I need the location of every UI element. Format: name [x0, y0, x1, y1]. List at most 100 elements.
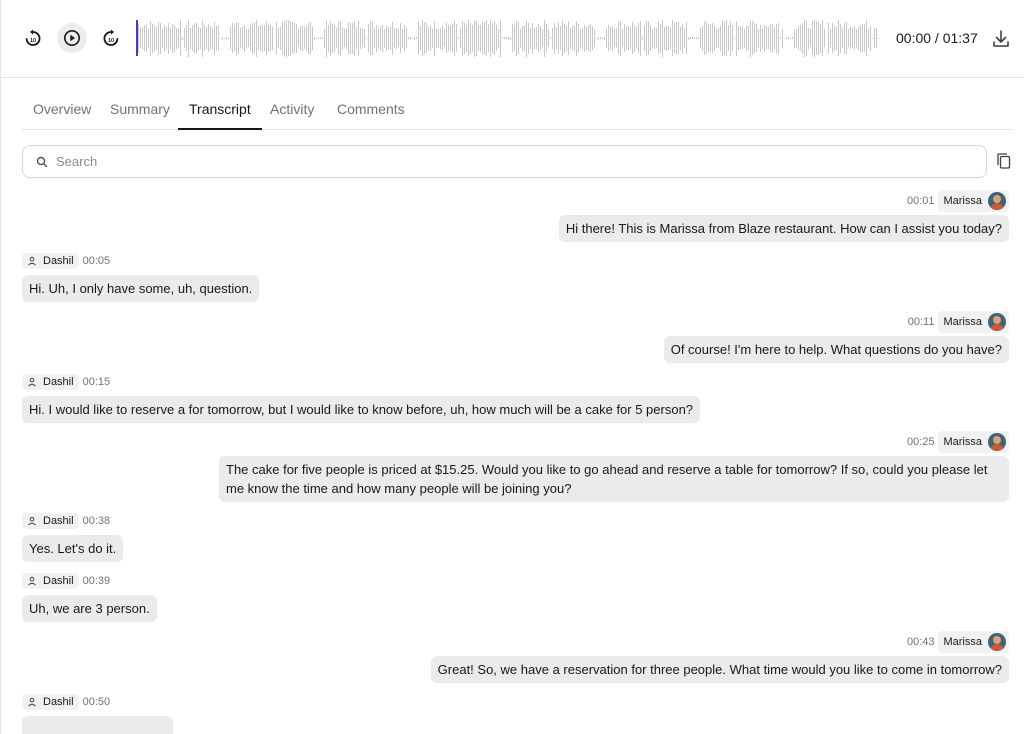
speaker-name: Dashil [43, 515, 74, 527]
waveform-bar [346, 27, 347, 49]
play-icon [64, 30, 80, 46]
waveform-bar [660, 23, 661, 53]
waveform-bar [388, 27, 389, 49]
waveform-bar [698, 37, 699, 39]
waveform-bar [596, 37, 597, 39]
waveform-bar [478, 25, 479, 51]
waveform-bar [302, 25, 303, 51]
waveform-bar [678, 22, 679, 54]
waveform-bar [226, 36, 227, 40]
waveform-bar [818, 21, 819, 55]
waveform-bar [878, 37, 879, 39]
tab-overview[interactable]: Overview [22, 90, 102, 129]
waveform-bar [296, 23, 297, 53]
waveform-bar [332, 23, 333, 53]
waveform-bar [470, 22, 471, 54]
tab-activity[interactable]: Activity [259, 90, 325, 129]
tab-transcript[interactable]: Transcript [178, 90, 262, 130]
waveform-bar [454, 20, 455, 56]
waveform-bar [364, 28, 365, 48]
waveform-bar [374, 28, 375, 48]
waveform-bar [472, 24, 473, 52]
waveform-bar [860, 24, 861, 52]
waveform-bar [456, 24, 457, 52]
waveform-bar [230, 27, 231, 49]
waveform-bar [214, 21, 215, 55]
waveform-bar [554, 22, 555, 54]
waveform-bar [516, 20, 517, 56]
waveform-bar [344, 29, 345, 47]
waveform-bar [870, 25, 871, 51]
waveform-bar [408, 37, 409, 39]
waveform-bar [202, 19, 203, 57]
play-button[interactable] [57, 23, 87, 53]
message-marissa: 00:25 Marissa The cake for five people i… [219, 431, 1009, 502]
waveform-bar [410, 37, 411, 39]
waveform-bar [416, 37, 417, 39]
waveform-bar [558, 22, 559, 54]
waveform-bar [744, 28, 745, 48]
waveform-bar [530, 27, 531, 49]
waveform-bar [700, 28, 701, 48]
waveform-bar [404, 25, 405, 51]
waveform-bar [604, 36, 605, 40]
user-icon [28, 256, 36, 266]
waveform-bar [242, 27, 243, 49]
waveform-bar [856, 28, 857, 48]
waveform-bar [222, 36, 223, 40]
message-bubble: Uh, we are 3 person. [22, 595, 157, 622]
tab-comments[interactable]: Comments [326, 90, 416, 129]
waveform-bar [218, 25, 219, 51]
waveform-bar [716, 28, 717, 48]
waveform-bar [560, 26, 561, 50]
search-input[interactable] [56, 147, 956, 176]
message-dashil: Dashil 00:38 Yes. Let's do it. [22, 512, 822, 562]
waveform-bar [172, 23, 173, 53]
speaker-name: Dashil [43, 255, 74, 267]
speaker-chip: Dashil [22, 374, 79, 390]
message-bubble: The cake for five people is priced at $1… [219, 456, 1009, 502]
waveform-bar [340, 20, 341, 56]
download-icon[interactable] [990, 28, 1012, 50]
waveform-bar [142, 27, 143, 49]
waveform-bar [418, 22, 419, 54]
waveform-bar [436, 28, 437, 48]
waveform-bar [420, 26, 421, 50]
rewind-10-button[interactable]: 10 [18, 23, 48, 53]
waveform-bar [676, 21, 677, 55]
waveform-bar [784, 37, 785, 39]
waveform-bar [440, 27, 441, 49]
tab-summary[interactable]: Summary [99, 90, 181, 129]
waveform-bar [758, 28, 759, 48]
copy-icon[interactable] [995, 152, 1013, 170]
waveform-bar [448, 25, 449, 51]
speaker-name: Marissa [943, 636, 982, 648]
forward-10-button[interactable]: 10 [96, 23, 126, 53]
waveform-bar [722, 20, 723, 56]
waveform-bar [322, 37, 323, 39]
waveform-bar [742, 27, 743, 49]
waveform-bar [204, 25, 205, 51]
waveform-bar [140, 28, 141, 48]
waveform-bar [800, 25, 801, 51]
waveform-bar [740, 27, 741, 49]
waveform[interactable] [136, 18, 881, 58]
waveform-bar [184, 28, 185, 48]
waveform-bar [274, 37, 275, 39]
waveform-bar [526, 19, 527, 57]
waveform-bar [464, 22, 465, 54]
waveform-bar [752, 21, 753, 55]
waveform-bar [518, 22, 519, 54]
waveform-bar [462, 20, 463, 56]
waveform-bar [764, 24, 765, 52]
waveform-bar [180, 20, 181, 56]
playhead[interactable] [136, 20, 138, 56]
waveform-bar [656, 28, 657, 48]
waveform-bar [450, 25, 451, 51]
waveform-bar [636, 27, 637, 49]
waveform-bar [862, 24, 863, 52]
waveform-bar [520, 28, 521, 48]
waveform-bar [158, 21, 159, 55]
waveform-bar [308, 22, 309, 54]
waveform-bar [718, 28, 719, 48]
